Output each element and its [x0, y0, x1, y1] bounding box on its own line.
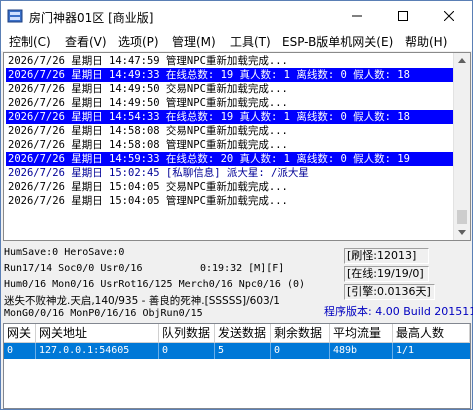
col-max-users[interactable]: 最高人数 [393, 324, 470, 343]
log-line: 2026/7/26 星期日 14:49:33 在线总数: 19 真人数: 1 离… [6, 68, 454, 82]
log-line: 2026/7/26 星期日 14:54:33 在线总数: 19 真人数: 1 离… [6, 110, 454, 124]
gateway-table: 网关 网关地址 队列数据 发送数据 剩余数据 平均流量 最高人数 0 127.0… [3, 323, 471, 409]
log-line: 2026/7/26 星期日 14:58:08 交易NPC重新加载完成... [8, 125, 288, 137]
col-avg-traffic[interactable]: 平均流量 [330, 324, 393, 343]
minimize-icon [352, 15, 362, 17]
menu-esp-gateway[interactable]: ESP-B版单机网关(E) [282, 33, 393, 50]
col-send-data[interactable]: 发送数据 [215, 324, 271, 343]
minimize-button[interactable] [334, 1, 380, 31]
app-icon [7, 9, 23, 23]
col-queue-data[interactable]: 队列数据 [159, 324, 215, 343]
online-count-box: [在线:19/19/0] [344, 266, 429, 282]
cell-avg-traffic: 489b [330, 343, 393, 359]
maximize-icon [398, 11, 408, 21]
menu-tools[interactable]: 工具(T) [230, 33, 271, 50]
cell-remaining-data: 0 [271, 343, 330, 359]
log-line: 2026/7/26 星期日 14:49:50 管理NPC重新加载完成... [8, 97, 288, 109]
cell-gateway-address: 127.0.0.1:54605 [36, 343, 159, 359]
log-line: 2026/7/26 星期日 14:47:59 管理NPC重新加载完成... [8, 55, 288, 67]
scroll-down-icon[interactable] [458, 230, 466, 235]
log-line: 2026/7/26 星期日 14:59:33 在线总数: 20 真人数: 1 离… [6, 152, 454, 166]
col-gateway[interactable]: 网关 [4, 324, 36, 343]
scroll-up-icon[interactable] [458, 58, 466, 63]
window-title: 房门神器01区 [商业版] [29, 11, 154, 25]
menu-manage[interactable]: 管理(M) [172, 33, 216, 50]
scroll-thumb[interactable] [457, 210, 467, 224]
menu-options[interactable]: 选项(P) [118, 33, 159, 50]
title-bar[interactable]: 房门神器01区 [商业版] [1, 1, 472, 31]
menu-bar: 控制(C) 查看(V) 选项(P) 管理(M) 工具(T) ESP-B版单机网关… [1, 31, 472, 51]
status-hum: Hum0/16 Mon0/16 UsrRot16/125 Merch0/16 N… [4, 279, 306, 290]
menu-control[interactable]: 控制(C) [9, 33, 51, 50]
cell-gateway: 0 [4, 343, 36, 359]
log-line: 2026/7/26 星期日 15:02:45 [私聊信息] 派大星: /派大星 [8, 167, 309, 179]
engine-time-box: [引擎:0.0136天] [344, 284, 435, 300]
program-version: 程序版本: 4.00 Build 20151104 [324, 305, 473, 318]
log-panel[interactable]: 2026/7/26 星期日 14:47:59 管理NPC重新加载完成... 202… [3, 52, 471, 241]
cell-max-users: 1/1 [396, 345, 415, 356]
close-button[interactable] [426, 1, 472, 31]
cell-send-data: 5 [215, 343, 271, 359]
status-chars: 迷失不败神龙.天启,140/935 - 善良的死神.[SSSSS]/603/1 [4, 295, 280, 307]
log-line: 2026/7/26 星期日 14:58:08 管理NPC重新加载完成... [8, 139, 288, 151]
status-uptime: 0:19:32 [M][F] [200, 263, 285, 274]
log-line: 2026/7/26 星期日 15:04:05 管理NPC重新加载完成... [8, 195, 288, 207]
col-remaining-data[interactable]: 剩余数据 [271, 324, 330, 343]
log-scrollbar[interactable] [453, 53, 470, 240]
menu-help[interactable]: 帮助(H) [405, 33, 447, 50]
maximize-button[interactable] [380, 1, 426, 31]
menu-view[interactable]: 查看(V) [65, 33, 107, 50]
log-line: 2026/7/26 星期日 15:04:05 交易NPC重新加载完成... [8, 181, 288, 193]
table-row[interactable]: 0 127.0.0.1:54605 0 5 0 489b 1/1 [4, 343, 470, 359]
log-line: 2026/7/26 星期日 14:49:50 交易NPC重新加载完成... [8, 83, 288, 95]
refresh-count-box: [刷怪:12013] [344, 248, 429, 264]
status-save: HumSave:0 HeroSave:0 [4, 247, 125, 258]
close-icon [444, 11, 454, 21]
status-mon: MonG0/0/16 MonP0/16/16 ObjRun0/15 [4, 308, 203, 319]
cell-queue-data: 0 [159, 343, 215, 359]
col-gateway-address[interactable]: 网关地址 [36, 324, 159, 343]
status-run: Run17/14 Soc0/0 Usr0/16 [4, 263, 143, 274]
main-window: 房门神器01区 [商业版] 控制(C) 查看(V) 选项(P) 管理(M) 工具… [0, 0, 473, 410]
